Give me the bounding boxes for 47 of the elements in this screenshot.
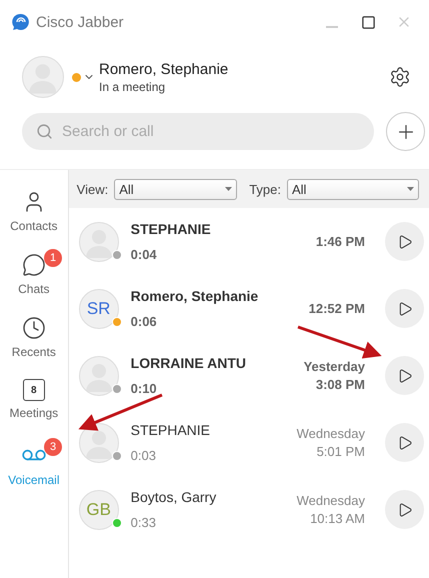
- message-time: Wednesday 10:13 AM: [296, 492, 365, 528]
- filter-dropdown[interactable]: All: [114, 178, 238, 200]
- dropdown-arrow-icon: [407, 187, 414, 191]
- search-field[interactable]: Search or call: [22, 113, 374, 150]
- filter-label: Type:: [249, 182, 281, 196]
- nav-tab[interactable]: 8 Meetings: [0, 375, 68, 438]
- window-title: Cisco Jabber: [36, 14, 125, 30]
- message-time: 12:52 PM: [308, 300, 365, 318]
- message-duration: 0:06: [130, 314, 158, 329]
- nav-tab[interactable]: Chats 1: [0, 249, 68, 312]
- chat-bubble-icon: [22, 253, 46, 277]
- user-name: Romero, Stephanie: [99, 60, 230, 78]
- unread-count-badge: 3: [44, 438, 62, 456]
- avatar-initials: GB: [86, 500, 111, 520]
- caller-name: LORRAINE ANTU: [130, 355, 248, 371]
- message-time: Yesterday 3:08 PM: [304, 358, 365, 394]
- play-button[interactable]: [385, 356, 424, 395]
- caller-name: Boytos, Garry: [130, 489, 218, 505]
- minimize-icon: [326, 26, 338, 28]
- message-time: 1:46 PM: [316, 232, 365, 250]
- filter-label: View:: [76, 182, 108, 196]
- chat-logo-icon: [12, 13, 30, 31]
- message-time: Wednesday 5:01 PM: [296, 424, 365, 460]
- message-duration: 0:04: [130, 247, 158, 262]
- avatar-initials: SR: [86, 298, 110, 318]
- nav-tab[interactable]: Recents: [0, 312, 68, 375]
- message-duration: 0:03: [130, 448, 157, 463]
- play-button[interactable]: [385, 423, 424, 462]
- caller-name: STEPHANIE: [130, 422, 211, 438]
- search-icon: [36, 123, 53, 140]
- calendar-icon: 8: [22, 379, 45, 401]
- status-text: In a meeting: [99, 80, 166, 94]
- maximize-icon: [360, 14, 376, 30]
- message-duration: 0:33: [130, 515, 157, 530]
- play-button[interactable]: [385, 490, 424, 529]
- nav-tab[interactable]: Contacts: [0, 186, 68, 249]
- dropdown-arrow-icon: [225, 187, 232, 191]
- settings-icon[interactable]: [389, 66, 411, 88]
- play-button[interactable]: [385, 222, 424, 261]
- message-duration: 0:10: [130, 381, 158, 396]
- nav-tab[interactable]: Voicemail 3: [0, 438, 68, 501]
- play-button[interactable]: [385, 289, 424, 328]
- caller-name: STEPHANIE: [130, 221, 212, 237]
- unread-count-badge: 1: [44, 249, 62, 267]
- filter-dropdown[interactable]: All: [287, 178, 419, 200]
- clock-icon: [22, 316, 46, 340]
- caller-name: Romero, Stephanie: [130, 288, 260, 304]
